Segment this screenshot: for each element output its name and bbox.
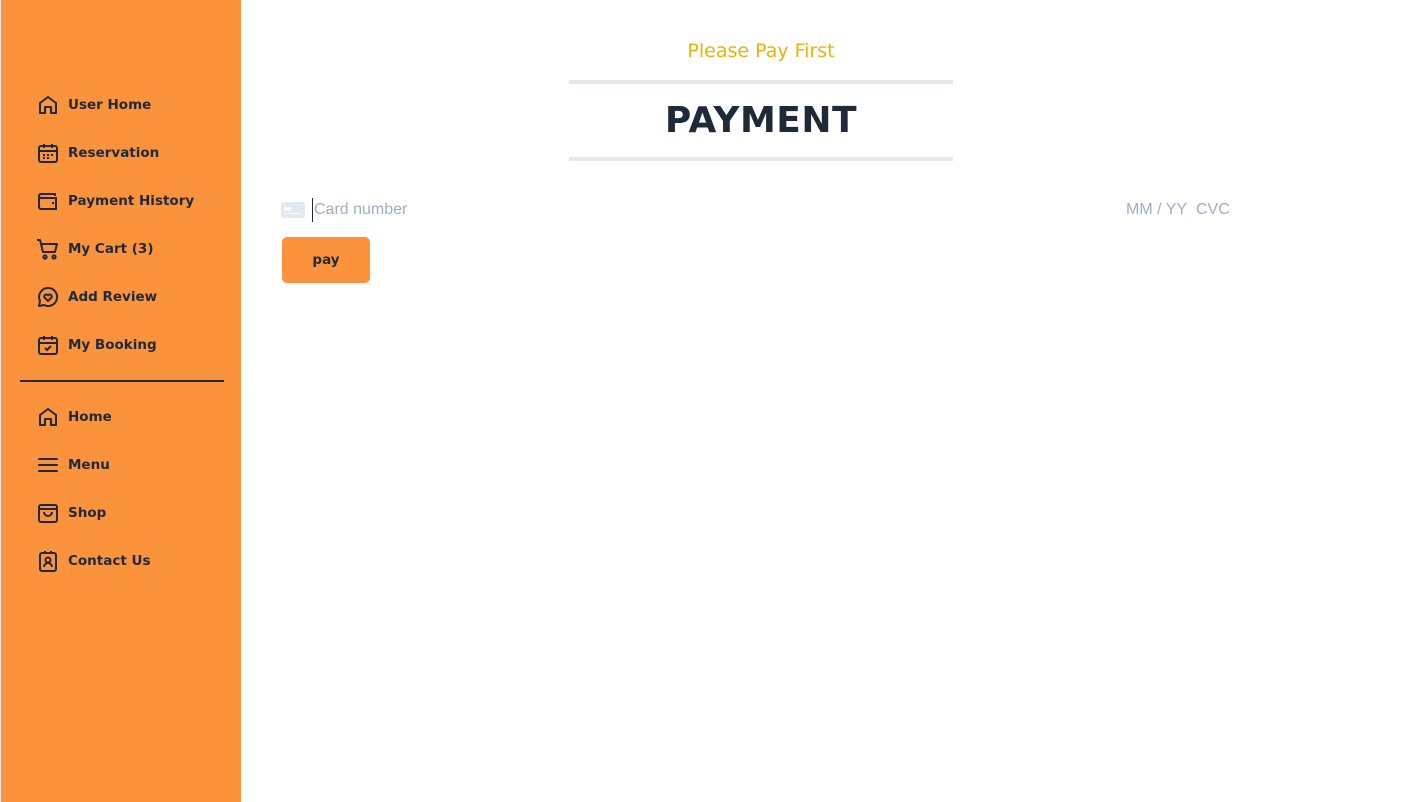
main-content: Please Pay First PAYMENT pay [241,0,1413,802]
site-nav: Home Menu Shop Contact Us [1,393,242,585]
card-element [281,198,1236,222]
sidebar-item-home[interactable]: Home [1,393,242,441]
card-number-input[interactable] [312,198,712,222]
sidebar-item-label: Menu [68,457,110,473]
sidebar-item-add-review[interactable]: Add Review [1,273,242,321]
review-icon [38,286,59,307]
page-title: PAYMENT [664,100,858,141]
sidebar-item-shop[interactable]: Shop [1,489,242,537]
dashboard-nav: User Home Reservation Payment History My… [1,81,242,369]
contact-icon [39,551,57,572]
sidebar-item-reservation[interactable]: Reservation [1,129,242,177]
sidebar-divider [20,380,224,382]
shopping-bag-icon [38,504,58,523]
home-icon [39,408,57,426]
sidebar-item-user-home[interactable]: User Home [1,81,242,129]
sidebar-item-payment-history[interactable]: Payment History [1,177,242,225]
sidebar-item-my-booking[interactable]: My Booking [1,321,242,369]
sidebar-item-label: Payment History [68,193,195,209]
menu-icon [38,458,58,472]
cart-icon [37,239,58,260]
sidebar-item-label: My Booking [68,337,157,353]
calendar-icon [38,144,58,163]
expiry-input[interactable] [1126,198,1194,222]
credit-card-icon [281,202,305,218]
sidebar-item-label: Reservation [68,145,160,161]
sidebar-item-label: User Home [68,97,152,113]
sidebar-item-label: My Cart (3) [68,241,154,257]
page-subtitle: Please Pay First [687,40,835,62]
cvc-input[interactable] [1196,198,1236,222]
sidebar-item-label: Contact Us [68,553,151,569]
home-icon [39,96,57,114]
sidebar: User Home Reservation Payment History My… [0,0,241,802]
pay-button[interactable]: pay [282,237,370,283]
sidebar-item-label: Add Review [68,289,158,305]
sidebar-item-menu[interactable]: Menu [1,441,242,489]
sidebar-item-contact-us[interactable]: Contact Us [1,537,242,585]
sidebar-item-label: Home [68,409,112,425]
title-box: PAYMENT [569,80,953,161]
wallet-icon [38,193,57,210]
calendar-check-icon [38,336,58,355]
sidebar-item-label: Shop [68,505,107,521]
sidebar-item-my-cart[interactable]: My Cart (3) [1,225,242,273]
